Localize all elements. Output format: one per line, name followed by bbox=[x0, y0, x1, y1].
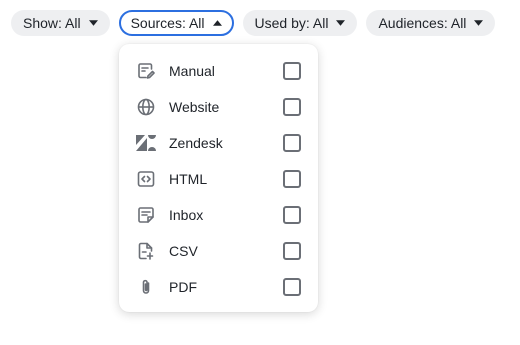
caret-down-icon bbox=[88, 20, 98, 26]
source-option-label: HTML bbox=[169, 171, 208, 187]
code-icon bbox=[136, 169, 156, 189]
source-option-inbox[interactable]: Inbox bbox=[119, 197, 318, 233]
used-by-filter-label: Used by: All bbox=[254, 15, 329, 31]
source-option-website[interactable]: Website bbox=[119, 89, 318, 125]
used-by-filter-button[interactable]: Used by: All bbox=[242, 10, 358, 36]
zendesk-checkbox[interactable] bbox=[283, 134, 301, 152]
source-option-label: CSV bbox=[169, 243, 198, 259]
audiences-filter-button[interactable]: Audiences: All bbox=[366, 10, 496, 36]
source-option-zendesk[interactable]: Zendesk bbox=[119, 125, 318, 161]
website-checkbox[interactable] bbox=[283, 98, 301, 116]
source-option-label: Manual bbox=[169, 63, 215, 79]
source-option-csv[interactable]: CSV bbox=[119, 233, 318, 269]
paperclip-icon bbox=[136, 277, 156, 297]
csv-checkbox[interactable] bbox=[283, 242, 301, 260]
html-checkbox[interactable] bbox=[283, 170, 301, 188]
sources-dropdown: Manual Website Zendesk HTML Inbox CSV PD… bbox=[119, 44, 318, 312]
note-icon bbox=[136, 205, 156, 225]
source-option-label: Inbox bbox=[169, 207, 204, 223]
show-filter-button[interactable]: Show: All bbox=[11, 10, 110, 36]
source-option-label: Zendesk bbox=[169, 135, 223, 151]
caret-up-icon bbox=[212, 20, 222, 26]
source-option-label: PDF bbox=[169, 279, 197, 295]
zendesk-icon bbox=[136, 133, 156, 153]
sources-filter-button[interactable]: Sources: All bbox=[118, 10, 234, 36]
source-option-manual[interactable]: Manual bbox=[119, 53, 318, 89]
globe-icon bbox=[136, 97, 156, 117]
caret-down-icon bbox=[474, 20, 484, 26]
inbox-checkbox[interactable] bbox=[283, 206, 301, 224]
caret-down-icon bbox=[336, 20, 346, 26]
file-import-icon bbox=[136, 241, 156, 261]
manual-edit-icon bbox=[136, 61, 156, 81]
source-option-label: Website bbox=[169, 99, 220, 115]
pdf-checkbox[interactable] bbox=[283, 278, 301, 296]
show-filter-label: Show: All bbox=[23, 15, 81, 31]
filter-bar: Show: All Sources: All Used by: All Audi… bbox=[11, 10, 496, 36]
source-option-html[interactable]: HTML bbox=[119, 161, 318, 197]
audiences-filter-label: Audiences: All bbox=[378, 15, 467, 31]
sources-filter-label: Sources: All bbox=[130, 15, 205, 31]
manual-checkbox[interactable] bbox=[283, 62, 301, 80]
source-option-pdf[interactable]: PDF bbox=[119, 269, 318, 305]
